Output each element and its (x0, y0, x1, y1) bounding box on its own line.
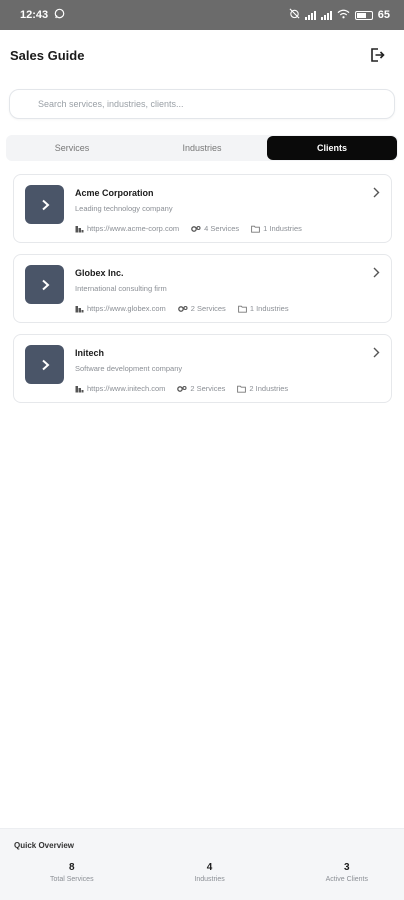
website-text: https://www.initech.com (87, 384, 166, 393)
status-bar: 12:43 65 (0, 0, 404, 30)
folder-icon (251, 225, 260, 233)
client-thumbnail (25, 265, 64, 304)
tab-industries[interactable]: Industries (137, 136, 267, 160)
client-services: 2 Services (177, 384, 225, 393)
gear-icon (177, 305, 188, 312)
client-description: Leading technology company (75, 204, 173, 213)
client-card[interactable]: Initech Software development company htt… (13, 334, 392, 403)
stat-label: Active Clients (325, 876, 368, 883)
status-time: 12:43 (20, 9, 49, 21)
building-icon (75, 385, 84, 392)
industries-count: 2 Industries (249, 384, 289, 393)
search-box (9, 89, 395, 119)
client-services: 2 Services (177, 304, 226, 313)
services-count: 2 Services (190, 384, 226, 393)
client-card[interactable]: Globex Inc. International consulting fir… (13, 254, 392, 323)
building-icon (75, 305, 84, 312)
stat-active-clients: 3 Active Clients (326, 862, 368, 883)
wifi-icon (337, 9, 350, 22)
search-input[interactable] (22, 99, 382, 109)
gear-icon (191, 225, 201, 232)
services-count: 2 Services (190, 304, 226, 313)
overview-stats: 8 Total Services 4 Industries 3 Active C… (14, 862, 390, 883)
stat-label: Industries (194, 876, 225, 883)
client-name: Globex Inc. (75, 268, 124, 278)
stat-value: 3 (344, 862, 350, 873)
folder-icon (237, 385, 247, 393)
client-industries: 2 Industries (237, 384, 288, 393)
client-description: International consulting firm (75, 284, 167, 293)
alarm-off-icon (289, 8, 300, 22)
stat-total-services: 8 Total Services (50, 862, 94, 883)
chevron-right-icon (41, 359, 49, 370)
client-thumbnail (25, 345, 64, 384)
signal-icon-2 (320, 10, 332, 20)
industries-count: 1 Industries (249, 304, 289, 313)
whatsapp-icon (54, 8, 65, 22)
client-name: Initech (75, 348, 105, 358)
logout-icon (371, 48, 385, 62)
industries-count: 1 Industries (263, 224, 302, 233)
client-services: 4 Services (191, 224, 239, 233)
client-list: Acme Corporation Leading technology comp… (0, 174, 404, 403)
website-text: https://www.globex.com (87, 304, 166, 313)
client-industries: 1 Industries (237, 304, 289, 313)
logout-button[interactable] (366, 44, 388, 66)
chevron-right-icon (372, 265, 380, 283)
website-text: https://www.acme-corp.com (87, 224, 180, 233)
client-thumbnail (25, 185, 64, 224)
battery-icon (354, 10, 373, 20)
chevron-right-icon (372, 185, 380, 203)
client-website: https://www.acme-corp.com (75, 224, 179, 233)
client-name: Acme Corporation (75, 188, 154, 198)
services-count: 4 Services (204, 224, 240, 233)
client-card[interactable]: Acme Corporation Leading technology comp… (13, 174, 392, 243)
chevron-right-icon (41, 199, 49, 210)
app-header: Sales Guide (0, 30, 404, 80)
tab-bar: Services Industries Clients (6, 135, 398, 161)
client-website: https://www.globex.com (75, 304, 166, 313)
stat-label: Total Services (50, 876, 94, 883)
folder-icon (237, 305, 247, 313)
client-description: Software development company (75, 364, 183, 373)
chevron-right-icon (372, 345, 380, 363)
gear-icon (177, 385, 187, 392)
building-icon (75, 225, 84, 232)
tab-services[interactable]: Services (7, 136, 137, 160)
page-title: Sales Guide (10, 47, 85, 63)
tab-clients[interactable]: Clients (267, 136, 397, 160)
quick-overview: Quick Overview 8 Total Services 4 Indust… (0, 828, 404, 900)
client-website: https://www.initech.com (75, 384, 165, 393)
battery-level: 65 (377, 9, 390, 21)
stat-value: 8 (69, 862, 75, 873)
stat-industries: 4 Industries (194, 862, 224, 883)
overview-title: Quick Overview (14, 841, 75, 850)
signal-icon (304, 10, 316, 20)
chevron-right-icon (41, 279, 49, 290)
client-industries: 1 Industries (251, 224, 302, 233)
search-container (0, 89, 404, 119)
stat-value: 4 (206, 862, 213, 873)
